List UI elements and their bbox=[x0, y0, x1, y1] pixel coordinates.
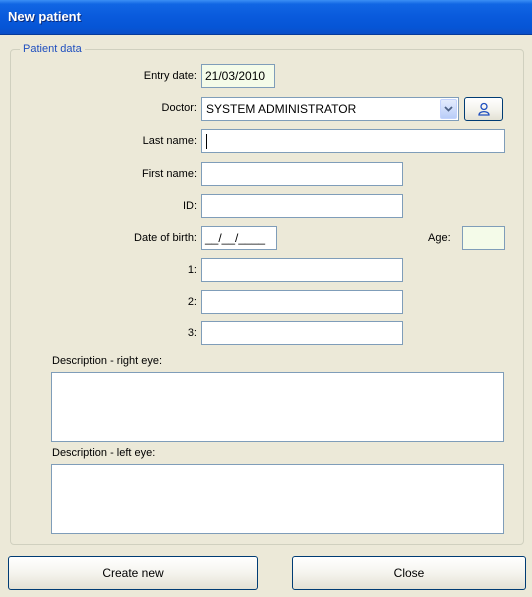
entry-date-field[interactable]: 21/03/2010 bbox=[201, 64, 275, 88]
first-name-field[interactable] bbox=[201, 162, 403, 186]
doctor-lookup-button[interactable] bbox=[464, 97, 503, 121]
field-1-input[interactable] bbox=[201, 258, 403, 282]
field-1-label: 1: bbox=[187, 264, 197, 276]
field-2-input[interactable] bbox=[201, 290, 403, 314]
chevron-down-icon[interactable] bbox=[440, 99, 457, 119]
field-3-label: 3: bbox=[187, 327, 197, 339]
field-2-label: 2: bbox=[187, 296, 197, 308]
dob-field[interactable]: __/__/____ bbox=[201, 226, 277, 250]
entry-date-label: Entry date: bbox=[143, 70, 197, 82]
desc-right-textarea[interactable] bbox=[51, 372, 504, 442]
dob-value: __/__/____ bbox=[205, 231, 266, 245]
doctor-select[interactable]: SYSTEM ADMINISTRATOR bbox=[201, 97, 459, 121]
window-title: New patient bbox=[8, 9, 81, 24]
age-label: Age: bbox=[428, 232, 451, 244]
desc-left-label: Description - left eye: bbox=[52, 447, 156, 459]
dob-label: Date of birth: bbox=[134, 232, 197, 244]
desc-right-label: Description - right eye: bbox=[52, 355, 163, 367]
entry-date-value: 21/03/2010 bbox=[205, 69, 266, 83]
field-3-input[interactable] bbox=[201, 321, 403, 345]
age-field[interactable] bbox=[462, 226, 505, 250]
doctor-label: Doctor: bbox=[161, 102, 197, 114]
last-name-field[interactable] bbox=[201, 129, 505, 153]
desc-left-textarea[interactable] bbox=[51, 464, 504, 534]
group-legend: Patient data bbox=[20, 43, 85, 55]
person-icon bbox=[477, 102, 490, 116]
title-bar[interactable]: New patient bbox=[0, 0, 532, 35]
last-name-label: Last name: bbox=[142, 135, 197, 147]
create-new-button[interactable]: Create new bbox=[8, 556, 258, 590]
id-label: ID: bbox=[182, 200, 197, 212]
doctor-selected-value: SYSTEM ADMINISTRATOR bbox=[206, 102, 357, 116]
close-button[interactable]: Close bbox=[292, 556, 526, 590]
first-name-label: First name: bbox=[141, 168, 197, 180]
id-field[interactable] bbox=[201, 194, 403, 218]
